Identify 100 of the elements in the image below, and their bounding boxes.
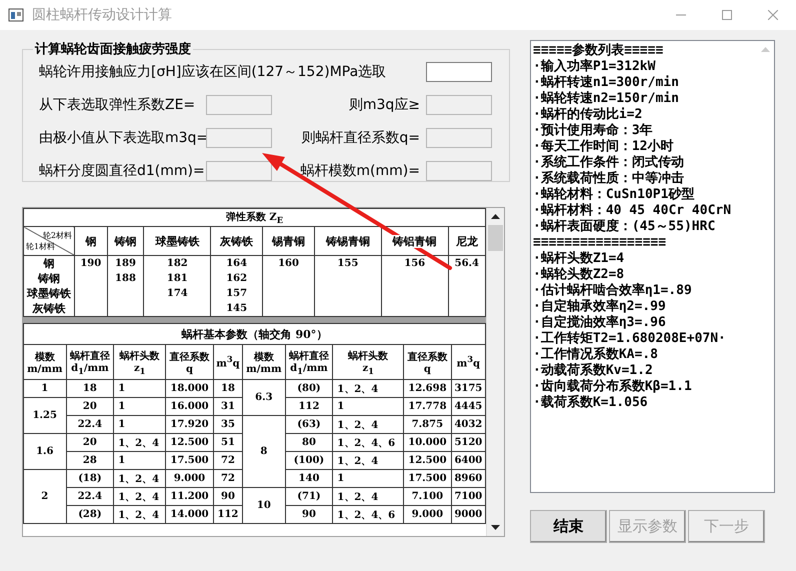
table-cell-text: 181 bbox=[166, 272, 189, 286]
table-cell: 12.500 bbox=[404, 452, 452, 470]
list-item: ·蜗杆头数Z1=4 bbox=[533, 251, 626, 267]
field-label: 蜗杆模数m(mm)= bbox=[300, 162, 420, 180]
table-cell: 1、2、4、6 bbox=[332, 506, 404, 524]
window-title: 圆柱蜗杆传动设计计算 bbox=[32, 6, 173, 24]
table-cell: (28) bbox=[66, 506, 114, 524]
table-cell: 12.500 bbox=[166, 434, 214, 452]
list-item: ·自定轴承效率η2=.99 bbox=[533, 299, 667, 314]
row-header: 灰铸铁 bbox=[31, 301, 66, 316]
table-cell: 35 bbox=[213, 416, 243, 434]
column-header: 蜗杆直径 d$_{1}$/mm bbox=[66, 344, 114, 380]
table-cell: 1、2、4 bbox=[114, 434, 166, 452]
table-cell-text: 145 bbox=[225, 302, 248, 316]
table-cell-text: 155 bbox=[336, 257, 360, 271]
table-cell: 1、2、4 bbox=[114, 488, 166, 506]
table-cell: 10 bbox=[242, 488, 286, 524]
list-item: ·估计蜗杆啮合效率η1=.89 bbox=[533, 283, 693, 298]
group-title: 计算蜗轮齿面接触疲劳强度 bbox=[34, 40, 192, 58]
table-cell: 1 bbox=[114, 452, 166, 470]
list-item: ·每天工作时间：12小时 bbox=[533, 139, 674, 154]
table-cell-text: 174 bbox=[166, 287, 189, 301]
list-item: ·蜗杆转速n1=300r/min bbox=[533, 75, 680, 91]
table-cell: 12.698 bbox=[404, 380, 452, 398]
column-header: 钢 bbox=[84, 234, 98, 248]
app-icon bbox=[8, 7, 24, 23]
table-cell: 20 bbox=[66, 398, 114, 416]
list-item: ·系统工作条件：闭式传动 bbox=[533, 155, 685, 170]
table-cell: 6.3 bbox=[242, 380, 286, 416]
table-cell-text: 56.4 bbox=[454, 257, 480, 271]
table-cell: 9.000 bbox=[404, 506, 452, 524]
list-item: ·蜗杆材料：40 45 40Cr 40CrN bbox=[533, 203, 732, 218]
field-label: 蜗轮许用接触应力[σH]应该在区间(127～152)MPa选取 bbox=[39, 63, 388, 81]
table-cell: 1、2、4、6 bbox=[332, 434, 404, 452]
table-cell-text: 188 bbox=[114, 272, 137, 286]
input-field[interactable] bbox=[426, 62, 492, 82]
end-button[interactable]: 结束 bbox=[530, 510, 607, 543]
table-cell: 1.6 bbox=[24, 434, 66, 470]
table-cell: 1、2、4 bbox=[332, 416, 404, 434]
table-cell: (71) bbox=[285, 488, 333, 506]
table-cell: 17.500 bbox=[166, 452, 214, 470]
row-header: 球墨铸铁 bbox=[26, 286, 72, 301]
table-cell: 18.000 bbox=[166, 380, 214, 398]
list-item: ·蜗杆的传动比i=2 bbox=[533, 107, 644, 123]
column-header: 灰铸铁 bbox=[219, 234, 254, 248]
row-header: 钢 bbox=[42, 256, 56, 271]
table-cell: 8 bbox=[242, 416, 286, 488]
table-cell: 1、2、4 bbox=[332, 380, 404, 398]
column-header: 模数 m/mm bbox=[242, 344, 286, 380]
table-cell: 20 bbox=[66, 434, 114, 452]
table-cell: 1 bbox=[332, 398, 404, 416]
table-title: 弹性系数 Z$_{E}$ bbox=[24, 208, 486, 226]
table-cell: 17.778 bbox=[404, 398, 452, 416]
column-header: 铸铝青铜 bbox=[392, 234, 438, 248]
field-label: 从下表选取弹性系数ZE= bbox=[39, 96, 196, 114]
table-cell: 17.920 bbox=[166, 416, 214, 434]
table-cell: 90 bbox=[285, 506, 333, 524]
table-cell-text: 157 bbox=[225, 287, 248, 301]
table-cell-text: 156 bbox=[403, 257, 426, 271]
table-cell: 22.4 bbox=[66, 416, 114, 434]
table-cell: 80 bbox=[285, 434, 333, 452]
list-item: ≡≡≡≡≡≡≡≡≡≡≡≡≡≡≡≡≡ bbox=[533, 235, 668, 251]
scroll-thumb[interactable] bbox=[488, 225, 503, 251]
list-item: ·系统载荷性质：中等冲击 bbox=[533, 171, 685, 187]
table-cell: 14.000 bbox=[166, 506, 214, 524]
table-cell: 28 bbox=[66, 452, 114, 470]
table-cell-text: 160 bbox=[277, 257, 300, 271]
table-cell: 1、2、4 bbox=[114, 470, 166, 488]
column-header: 锡青铜 bbox=[271, 234, 306, 248]
table-cell: 17.500 bbox=[404, 470, 452, 488]
table-cell-text: 轮2材料 bbox=[42, 230, 73, 241]
column-header: 铸锡青铜 bbox=[324, 234, 371, 248]
table-cell-text: 162 bbox=[225, 272, 248, 286]
table-cell: 1 bbox=[114, 398, 166, 416]
table-cell: 1 bbox=[114, 416, 166, 434]
field-label: 则蜗杆直径系数q= bbox=[301, 129, 420, 147]
field-label: 蜗杆分度圆直径d1(mm)= bbox=[39, 162, 206, 180]
table-cell: 140 bbox=[285, 470, 333, 488]
list-item: ·输入功率P1=312kW bbox=[533, 59, 656, 75]
table-cell: 112 bbox=[285, 398, 333, 416]
table-cell: (100) bbox=[285, 452, 333, 470]
list-item: ≡≡≡≡≡参数列表≡≡≡≡≡ bbox=[533, 43, 664, 58]
column-header: 直径系数 q bbox=[404, 344, 452, 380]
table-title: 蜗杆基本参数（轴交角 90°） bbox=[24, 324, 486, 344]
table-cell: 9.000 bbox=[166, 470, 214, 488]
column-header: 蜗杆头数 z$_{1}$ bbox=[332, 344, 404, 380]
column-header: 尼龙 bbox=[454, 234, 479, 248]
table-cell: 2 bbox=[24, 470, 66, 524]
column-header: 蜗杆直径 d$_{1}$/mm bbox=[285, 344, 333, 380]
table-cell: 7.875 bbox=[404, 416, 452, 434]
table-cell-text: 轮1材料 bbox=[25, 241, 56, 252]
list-item: ·蜗轮头数Z2=8 bbox=[533, 267, 626, 283]
column-header: 蜗杆头数 z$_{1}$ bbox=[114, 344, 166, 380]
table-cell: 7.100 bbox=[404, 488, 452, 506]
list-item: ·载荷系数K=1.056 bbox=[533, 395, 649, 411]
table-cell: 1、2、4 bbox=[332, 488, 404, 506]
table-cell: 22.4 bbox=[66, 488, 114, 506]
table-cell: 18 bbox=[66, 380, 114, 398]
list-item: ·蜗杆表面硬度：(45～55)HRC bbox=[533, 219, 716, 235]
table-cell: 1 bbox=[24, 380, 66, 398]
